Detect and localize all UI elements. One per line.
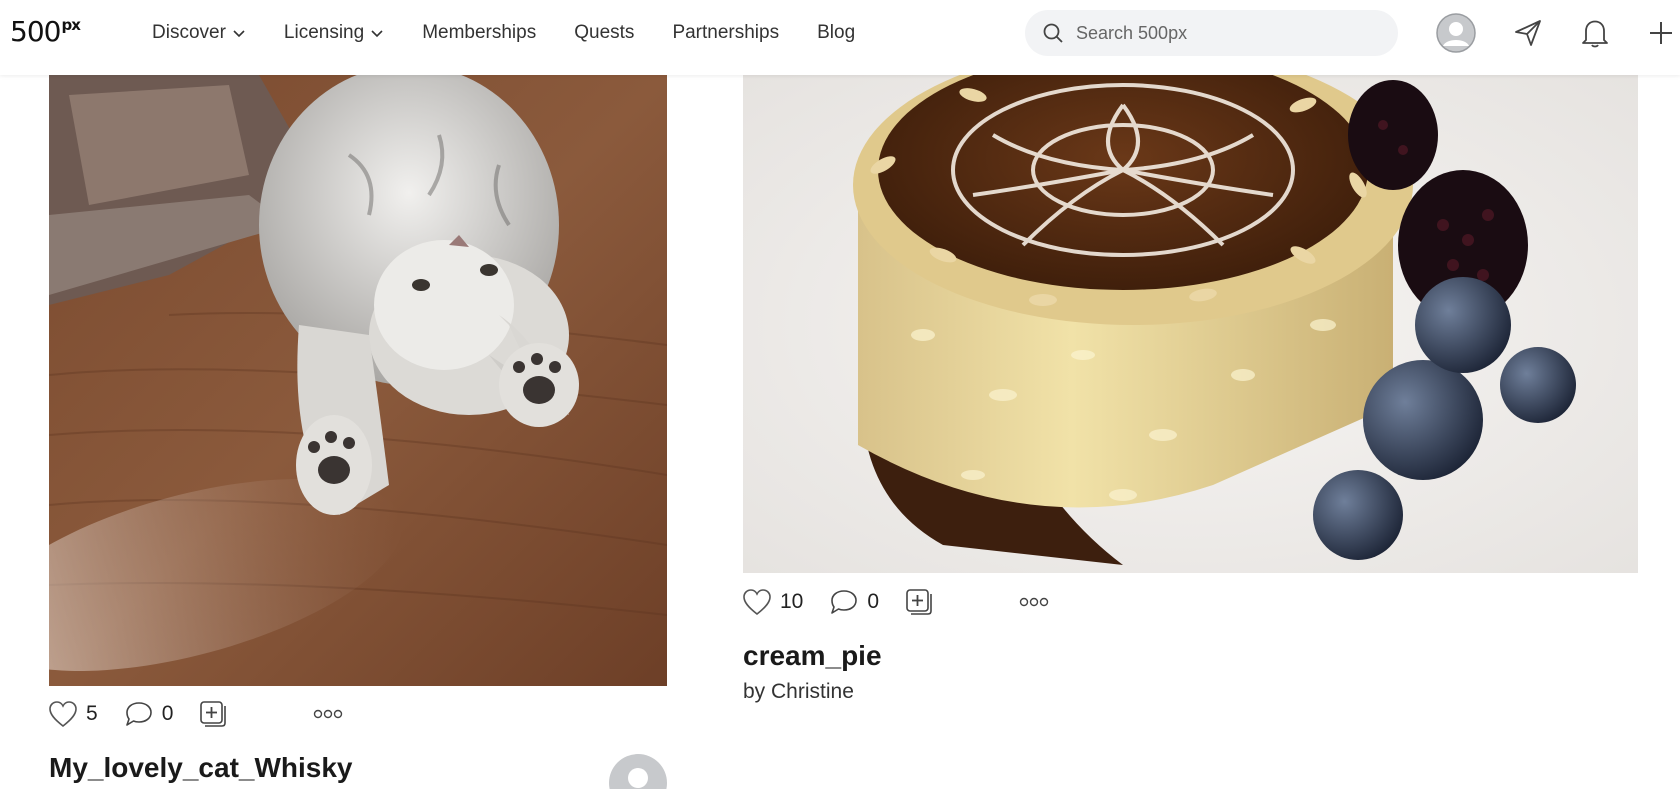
user-avatar-icon [1436,13,1476,53]
top-navigation-bar: 500 px Discover Licensing Memberships Qu… [0,0,1680,75]
add-to-gallery-button[interactable] [199,700,235,728]
photographer-byline[interactable]: by Christine [743,680,854,704]
nav-quests[interactable]: Quests [574,22,634,44]
like-count: 10 [780,590,804,613]
photo-actions: 5 0 [48,700,377,728]
more-options-button[interactable] [313,709,351,719]
cat-photo-image [49,75,667,686]
nav-licensing[interactable]: Licensing [284,22,384,44]
search-input[interactable] [1076,22,1376,44]
send-icon [1515,20,1541,46]
photographer-avatar[interactable] [609,754,667,789]
photo-title[interactable]: cream_pie [743,640,882,672]
comment-count: 0 [161,702,174,725]
photo-title[interactable]: My_lovely_cat_Whisky [49,752,353,784]
main-nav: Discover Licensing Memberships Quests Pa… [152,0,893,65]
photo-cat[interactable] [49,75,667,686]
search-icon [1043,23,1063,43]
more-options-button[interactable] [1019,597,1057,607]
user-avatar-button[interactable] [1436,13,1476,53]
nav-discover[interactable]: Discover [152,22,246,44]
nav-licensing-label: Licensing [283,21,365,43]
nav-partnerships-label: Partnerships [672,21,780,43]
upload-button[interactable] [1641,13,1680,53]
bell-icon [1582,20,1608,48]
more-options-icon [1019,597,1049,607]
user-avatar-icon [628,768,648,788]
like-button[interactable]: 10 [742,588,803,616]
add-to-gallery-icon [200,701,227,727]
search-bar[interactable] [1025,10,1398,56]
chevron-down-icon [233,29,245,37]
notifications-button[interactable] [1575,13,1615,53]
add-to-gallery-button[interactable] [905,588,941,616]
nav-blog[interactable]: Blog [817,22,855,44]
comment-icon [831,590,858,614]
plus-icon [1650,22,1672,44]
add-to-gallery-icon [906,589,932,615]
nav-partnerships[interactable]: Partnerships [672,22,779,44]
like-count: 5 [86,702,98,725]
photo-actions: 10 0 [742,588,1083,616]
logo[interactable]: 500 px [10,14,81,50]
comment-button[interactable]: 0 [829,588,879,616]
nav-memberships-label: Memberships [422,21,537,43]
heart-icon [49,701,77,728]
nav-discover-label: Discover [152,21,226,43]
send-message-button[interactable] [1508,13,1548,53]
photo-cream-pie[interactable] [743,75,1638,573]
comment-icon [125,702,152,726]
nav-quests-label: Quests [574,21,635,43]
comment-button[interactable]: 0 [124,700,174,728]
like-button[interactable]: 5 [48,700,98,728]
more-options-icon [314,709,343,719]
logo-superscript: px [61,16,80,34]
nav-memberships[interactable]: Memberships [422,22,536,44]
nav-blog-label: Blog [817,21,856,43]
cream-pie-photo-image [743,75,1638,573]
heart-icon [743,589,771,616]
chevron-down-icon [371,29,383,37]
comment-count: 0 [867,590,880,613]
logo-main: 500 [10,15,61,48]
